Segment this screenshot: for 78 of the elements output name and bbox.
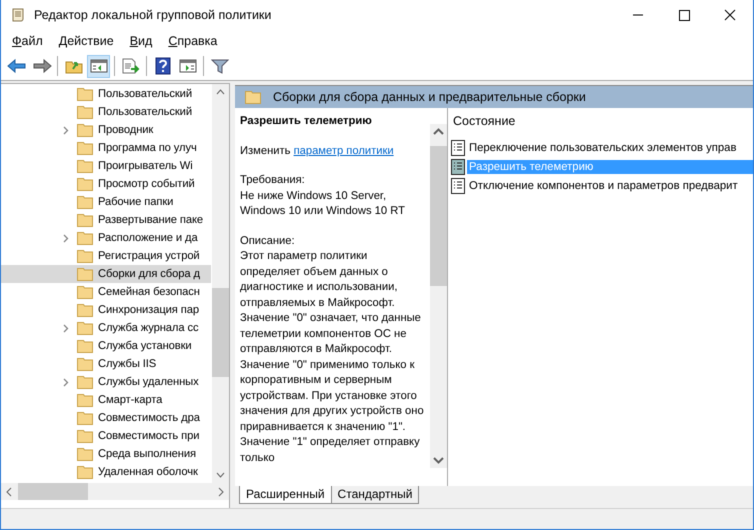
- tree-item[interactable]: Просмотр событий: [1, 175, 211, 193]
- requirements-text: Не ниже Windows 10 Server, Windows 10 или Windows 10 RT: [240, 188, 406, 219]
- folder-icon: [77, 285, 93, 299]
- folder-icon: [77, 141, 93, 155]
- tree-item[interactable]: Службы IIS: [1, 355, 211, 373]
- tree-item[interactable]: Смарт-карта: [1, 391, 211, 409]
- show-tree-button[interactable]: [87, 54, 110, 78]
- tab[interactable]: Стандартный: [330, 486, 420, 504]
- requirements-label: Требования:: [240, 173, 306, 188]
- folder-icon: [77, 195, 93, 209]
- column-header[interactable]: Состояние: [453, 114, 753, 130]
- chevron-icon[interactable]: [63, 378, 69, 386]
- tree-item[interactable]: Рабочие папки: [1, 193, 211, 211]
- folder-icon: [77, 357, 93, 371]
- menu-item[interactable]: Вид: [122, 34, 160, 48]
- tree-item[interactable]: Расположение и да: [1, 229, 211, 247]
- scroll-thumb[interactable]: [18, 483, 88, 500]
- horizontal-scrollbar[interactable]: [1, 483, 229, 500]
- tree-item[interactable]: Проигрыватель Wi: [1, 157, 211, 175]
- tree-item[interactable]: Удаленная оболочк: [1, 463, 211, 481]
- folder-icon: [77, 465, 93, 479]
- folder-icon: [77, 321, 93, 335]
- folder-icon: [77, 267, 93, 281]
- scroll-thumb[interactable]: [212, 288, 229, 377]
- folder-icon: [77, 123, 93, 137]
- tab[interactable]: Расширенный: [239, 486, 332, 504]
- folder-icon: [77, 303, 93, 317]
- menu-item[interactable]: Действие: [50, 34, 122, 48]
- menu-item[interactable]: Справка: [160, 34, 226, 48]
- folder-icon: [77, 213, 93, 227]
- tree-item[interactable]: Проводник: [1, 121, 211, 139]
- tree-item[interactable]: Среда выполнения: [1, 445, 211, 463]
- tree-item[interactable]: Совместимость при: [1, 427, 211, 445]
- setting-row[interactable]: Переключение пользовательских элементов управ: [451, 138, 753, 157]
- folder-icon: [77, 87, 93, 101]
- menu-item[interactable]: Файл: [4, 34, 51, 48]
- setting-icon: [451, 158, 465, 174]
- chevron-icon[interactable]: [63, 234, 69, 242]
- folder-icon: [77, 393, 93, 407]
- vertical-scrollbar[interactable]: [212, 84, 229, 483]
- tree-item[interactable]: Совместимость дра: [1, 409, 211, 427]
- policy-link[interactable]: параметр политики: [294, 144, 394, 156]
- folder-icon: [77, 105, 93, 119]
- folder-icon: [77, 429, 93, 443]
- setting-row[interactable]: Отключение компонентов и параметров предварит: [451, 176, 753, 195]
- chevron-icon[interactable]: [63, 126, 69, 134]
- tree-item[interactable]: Служба установки: [1, 337, 211, 355]
- folder-icon: [77, 411, 93, 425]
- folder-icon: [77, 447, 93, 461]
- tree-item[interactable]: Служба журнала сс: [1, 319, 211, 337]
- tree-item[interactable]: Пользовательский: [1, 85, 211, 103]
- header-title: Сборки для сбора данных и предварительные сборки: [273, 90, 586, 104]
- chevron-icon[interactable]: [63, 324, 69, 332]
- folder-icon: [77, 177, 93, 191]
- edit-label: Изменить: [240, 144, 290, 156]
- window-title: Редактор локальной групповой политики: [34, 8, 272, 22]
- tree-item[interactable]: Сборки для сбора д: [1, 265, 211, 283]
- tree-item[interactable]: Программа по улуч: [1, 139, 211, 157]
- folder-icon: [245, 90, 261, 104]
- tree-item[interactable]: Регистрация устрой: [1, 247, 211, 265]
- description-label: Описание:: [240, 234, 296, 248]
- vertical-scrollbar[interactable]: [430, 124, 447, 468]
- setting-icon: [451, 140, 465, 156]
- description-text: Этот параметр политики определяет объем данных о диагностике и использовании, отправляемых в Майкрософт. Значение "0" означает, что данные телеметрии компонентов ОС не отправляются в Майкрософт. Значение "0" применимо только к корпоративным и серверным устройствам. При установке этого значения для других устройств оно приравнивается к значению "1". Значение "1" определяет отправку только: [240, 249, 425, 466]
- setting-icon: [451, 178, 465, 194]
- folder-icon: [77, 249, 93, 263]
- scroll-icon: [10, 7, 26, 23]
- tree-item[interactable]: Пользовательский: [1, 103, 211, 121]
- tree-item[interactable]: Семейная безопасн: [1, 283, 211, 301]
- folder-icon: [77, 231, 93, 245]
- tree-item[interactable]: Синхронизация пар: [1, 301, 211, 319]
- tree-item[interactable]: Службы удаленных: [1, 373, 211, 391]
- tree-item[interactable]: Развертывание паке: [1, 211, 211, 229]
- setting-title: Разрешить телеметрию: [240, 114, 373, 129]
- folder-icon: [77, 339, 93, 353]
- scroll-thumb[interactable]: [430, 146, 447, 286]
- folder-icon: [77, 375, 93, 389]
- folder-icon: [77, 159, 93, 173]
